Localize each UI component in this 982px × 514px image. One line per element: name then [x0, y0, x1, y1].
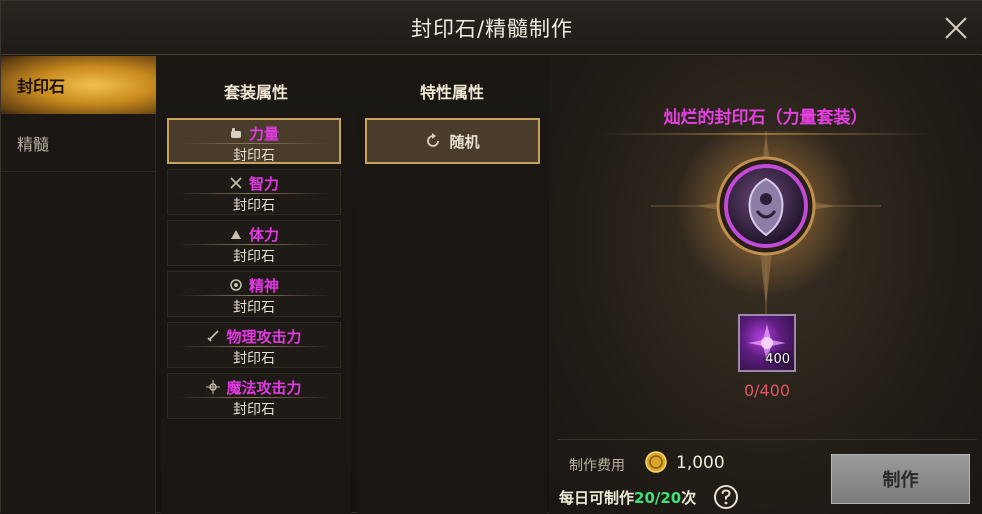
help-icon[interactable] [713, 484, 739, 510]
material-count: 400 [765, 352, 790, 367]
daily-limit-count: 20/20 [634, 489, 682, 507]
set-item-label: 物理攻击力 [226, 327, 302, 346]
material-slot[interactable]: 400 [738, 314, 796, 372]
set-item-label: 智力 [248, 174, 279, 193]
refresh-icon [427, 133, 440, 147]
window-title: 封印石/精髓制作 [410, 17, 574, 41]
trait-attribute-panel [357, 113, 547, 514]
daily-limit: 每日可制作20/20次 [559, 487, 696, 508]
crossed-swords-icon [230, 177, 242, 189]
close-icon[interactable] [943, 15, 969, 41]
set-item-spirit[interactable]: 精神 封印石 [167, 271, 341, 317]
fist-icon [230, 128, 241, 138]
sidebar-tab-label: 精髓 [17, 134, 50, 154]
set-item-intelligence[interactable]: 智力 封印石 [167, 169, 341, 215]
sidebar-tab-seal-stone[interactable]: 封印石 [1, 56, 156, 114]
magic-star-icon [206, 380, 221, 394]
material-progress: 0/400 [743, 381, 791, 400]
seal-stone-emblem-icon [651, 131, 881, 321]
set-item-label: 力量 [248, 124, 279, 143]
set-item-sub: 封印石 [233, 351, 275, 367]
set-item-magic-attack[interactable]: 魔法攻击力 封印石 [167, 373, 341, 419]
gold-coin-icon [645, 451, 667, 473]
crafting-window: 封印石/精髓制作 封印石 精髓 套装属性 特性属性 力量 封印石 智力 封印石 … [0, 0, 982, 514]
set-item-label: 魔法攻击力 [226, 378, 302, 397]
title-bar: 封印石/精髓制作 [1, 1, 982, 55]
set-item-sub: 封印石 [233, 198, 275, 214]
set-item-sub: 封印石 [233, 249, 275, 265]
set-item-sub: 封印石 [233, 402, 275, 418]
trait-item-random[interactable]: 随机 [365, 118, 540, 164]
sidebar-tab-label: 封印石 [17, 77, 66, 96]
set-item-label: 精神 [248, 276, 279, 295]
trait-attribute-header: 特性属性 [419, 83, 484, 102]
sidebar-tab-essence[interactable]: 精髓 [1, 114, 156, 172]
set-item-sub: 封印石 [233, 148, 275, 164]
sidebar: 封印石 精髓 [1, 56, 156, 514]
cost-value: 1,000 [676, 453, 725, 473]
orb-icon [230, 279, 242, 291]
set-item-stamina[interactable]: 体力 封印石 [167, 220, 341, 266]
daily-limit-label: 每日可制作 [559, 489, 635, 507]
set-item-strength[interactable]: 力量 封印石 [167, 118, 341, 164]
set-attribute-header: 套装属性 [223, 83, 288, 102]
daily-limit-suffix: 次 [681, 489, 697, 507]
result-title: 灿烂的封印石（力量套装） [663, 108, 868, 128]
trait-item-label: 随机 [449, 132, 480, 151]
footer-divider [557, 439, 977, 440]
sword-icon [207, 330, 220, 342]
set-item-label: 体力 [248, 225, 279, 244]
craft-button[interactable]: 制作 [831, 454, 970, 504]
cost-label: 制作费用 [569, 458, 625, 474]
heart-icon [230, 230, 241, 239]
set-item-physical-attack[interactable]: 物理攻击力 封印石 [167, 322, 341, 368]
set-item-sub: 封印石 [233, 300, 275, 316]
